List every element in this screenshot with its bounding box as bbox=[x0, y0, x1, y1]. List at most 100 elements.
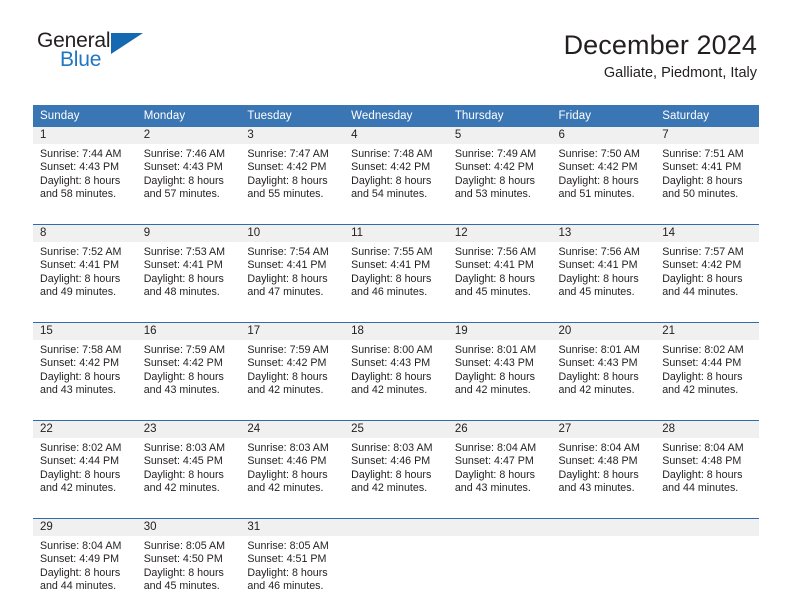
calendar-day-cell[interactable]: 13 Sunrise: 7:56 AM Sunset: 4:41 PM Dayligh… bbox=[551, 224, 656, 313]
calendar-day-cell[interactable]: 3 Sunrise: 7:47 AM Sunset: 4:42 PM Daylight… bbox=[240, 127, 345, 215]
day-cell-inner: 21 Sunrise: 8:02 AM Sunset: 4:44 PM Dayligh… bbox=[655, 323, 759, 411]
day-cell-inner: 25 Sunrise: 8:03 AM Sunset: 4:46 PM Dayligh… bbox=[344, 421, 448, 509]
calendar-day-cell[interactable]: 31 Sunrise: 8:05 AM Sunset: 4:51 PM Dayligh… bbox=[240, 518, 345, 607]
calendar-day-cell-empty bbox=[655, 518, 759, 607]
week-spacer-cell bbox=[33, 215, 137, 225]
calendar-day-cell[interactable]: 17 Sunrise: 7:59 AM Sunset: 4:42 PM Dayligh… bbox=[240, 322, 345, 411]
week-spacer-cell bbox=[33, 411, 137, 421]
week-spacer-cell bbox=[136, 313, 241, 323]
calendar-day-cell[interactable]: 27 Sunrise: 8:04 AM Sunset: 4:48 PM Dayligh… bbox=[551, 420, 656, 509]
calendar-day-cell[interactable]: 1 Sunrise: 7:44 AM Sunset: 4:43 PM Daylight… bbox=[33, 127, 137, 215]
calendar-day-cell[interactable]: 10 Sunrise: 7:54 AM Sunset: 4:41 PM Dayligh… bbox=[240, 224, 345, 313]
calendar-day-cell[interactable]: 23 Sunrise: 8:03 AM Sunset: 4:45 PM Dayligh… bbox=[136, 420, 241, 509]
day-number: 25 bbox=[344, 421, 448, 438]
daylight-duration-line2: and 53 minutes. bbox=[454, 188, 531, 201]
day-cell-inner: 9 Sunrise: 7:53 AM Sunset: 4:41 PM Daylight… bbox=[136, 225, 241, 313]
daylight-duration-line1: Daylight: 8 hours bbox=[143, 174, 224, 187]
calendar-day-cell[interactable]: 7 Sunrise: 7:51 AM Sunset: 4:41 PM Daylight… bbox=[655, 127, 759, 215]
daylight-duration-line2: and 47 minutes. bbox=[247, 286, 324, 299]
sunrise-time: Sunrise: 7:55 AM bbox=[351, 246, 433, 258]
calendar-day-cell[interactable]: 28 Sunrise: 8:04 AM Sunset: 4:48 PM Dayligh… bbox=[655, 420, 759, 509]
sunset-time: Sunset: 4:43 PM bbox=[40, 161, 120, 174]
day-details: Sunrise: 8:05 AM Sunset: 4:50 PM Daylight:… bbox=[137, 536, 241, 594]
day-cell-inner bbox=[447, 519, 552, 607]
calendar-day-cell[interactable]: 12 Sunrise: 7:56 AM Sunset: 4:41 PM Dayligh… bbox=[447, 224, 552, 313]
week-spacer-cell bbox=[655, 313, 759, 323]
sunset-time: Sunset: 4:42 PM bbox=[40, 357, 120, 370]
day-details bbox=[552, 536, 656, 540]
weekday-header-sunday: Sunday bbox=[33, 105, 137, 127]
daylight-duration-line2: and 45 minutes. bbox=[558, 286, 635, 299]
sunrise-time: Sunrise: 7:49 AM bbox=[454, 148, 537, 160]
daylight-duration-line2: and 42 minutes. bbox=[247, 482, 324, 495]
day-number: 12 bbox=[447, 225, 552, 242]
calendar-day-cell[interactable]: 22 Sunrise: 8:02 AM Sunset: 4:44 PM Dayligh… bbox=[33, 420, 137, 509]
day-details: Sunrise: 7:51 AM Sunset: 4:41 PM Daylight:… bbox=[655, 144, 759, 202]
day-number: 14 bbox=[655, 225, 759, 242]
calendar-day-cell[interactable]: 20 Sunrise: 8:01 AM Sunset: 4:43 PM Dayligh… bbox=[551, 322, 656, 411]
sunset-time: Sunset: 4:42 PM bbox=[454, 161, 534, 174]
day-details: Sunrise: 7:54 AM Sunset: 4:41 PM Daylight:… bbox=[240, 242, 344, 300]
daylight-duration-line1: Daylight: 8 hours bbox=[40, 566, 121, 579]
daylight-duration-line1: Daylight: 8 hours bbox=[40, 468, 121, 481]
day-cell-inner: 22 Sunrise: 8:02 AM Sunset: 4:44 PM Dayligh… bbox=[33, 421, 137, 509]
day-cell-inner bbox=[551, 519, 656, 607]
sunset-time: Sunset: 4:44 PM bbox=[40, 455, 120, 468]
sunrise-time: Sunrise: 8:04 AM bbox=[662, 442, 744, 454]
calendar-day-cell[interactable]: 14 Sunrise: 7:57 AM Sunset: 4:42 PM Dayligh… bbox=[655, 224, 759, 313]
calendar-day-cell[interactable]: 25 Sunrise: 8:03 AM Sunset: 4:46 PM Dayligh… bbox=[344, 420, 448, 509]
sunrise-time: Sunrise: 8:01 AM bbox=[558, 344, 640, 356]
calendar-day-cell[interactable]: 15 Sunrise: 7:58 AM Sunset: 4:42 PM Dayligh… bbox=[33, 322, 137, 411]
day-cell-inner: 30 Sunrise: 8:05 AM Sunset: 4:50 PM Dayligh… bbox=[136, 519, 241, 607]
sunrise-time: Sunrise: 8:02 AM bbox=[40, 442, 122, 454]
calendar-day-cell[interactable]: 5 Sunrise: 7:49 AM Sunset: 4:42 PM Daylight… bbox=[447, 127, 552, 215]
sunset-time: Sunset: 4:47 PM bbox=[454, 455, 534, 468]
week-spacer bbox=[33, 411, 759, 421]
calendar-day-cell[interactable]: 16 Sunrise: 7:59 AM Sunset: 4:42 PM Dayligh… bbox=[136, 322, 241, 411]
day-details: Sunrise: 7:49 AM Sunset: 4:42 PM Daylight:… bbox=[448, 144, 552, 202]
calendar-day-cell[interactable]: 21 Sunrise: 8:02 AM Sunset: 4:44 PM Dayligh… bbox=[655, 322, 759, 411]
calendar-day-cell[interactable]: 8 Sunrise: 7:52 AM Sunset: 4:41 PM Daylight… bbox=[33, 224, 137, 313]
week-spacer-cell bbox=[136, 215, 241, 225]
weekday-header-tuesday: Tuesday bbox=[240, 105, 345, 127]
sunrise-time: Sunrise: 7:58 AM bbox=[40, 344, 122, 356]
day-cell-inner: 7 Sunrise: 7:51 AM Sunset: 4:41 PM Daylight… bbox=[655, 127, 759, 215]
calendar-day-cell[interactable]: 24 Sunrise: 8:03 AM Sunset: 4:46 PM Dayligh… bbox=[240, 420, 345, 509]
calendar-day-cell[interactable]: 2 Sunrise: 7:46 AM Sunset: 4:43 PM Daylight… bbox=[136, 127, 241, 215]
daylight-duration-line2: and 43 minutes. bbox=[40, 384, 117, 397]
daylight-duration-line1: Daylight: 8 hours bbox=[143, 566, 224, 579]
day-cell-inner: 31 Sunrise: 8:05 AM Sunset: 4:51 PM Dayligh… bbox=[240, 519, 345, 607]
week-spacer-cell bbox=[447, 411, 552, 421]
day-details: Sunrise: 8:04 AM Sunset: 4:49 PM Daylight:… bbox=[33, 536, 137, 594]
calendar-day-cell-empty bbox=[447, 518, 552, 607]
daylight-duration-line2: and 45 minutes. bbox=[143, 580, 220, 593]
day-number: 20 bbox=[551, 323, 656, 340]
sunset-time: Sunset: 4:42 PM bbox=[662, 259, 742, 272]
calendar-day-cell[interactable]: 18 Sunrise: 8:00 AM Sunset: 4:43 PM Dayligh… bbox=[344, 322, 448, 411]
day-details: Sunrise: 8:00 AM Sunset: 4:43 PM Daylight:… bbox=[344, 340, 448, 398]
week-spacer bbox=[33, 215, 759, 225]
sunrise-time: Sunrise: 8:03 AM bbox=[247, 442, 329, 454]
daylight-duration-line2: and 43 minutes. bbox=[143, 384, 220, 397]
calendar-day-cell[interactable]: 6 Sunrise: 7:50 AM Sunset: 4:42 PM Daylight… bbox=[551, 127, 656, 215]
calendar-day-cell[interactable]: 26 Sunrise: 8:04 AM Sunset: 4:47 PM Dayligh… bbox=[447, 420, 552, 509]
calendar-day-cell[interactable]: 4 Sunrise: 7:48 AM Sunset: 4:42 PM Daylight… bbox=[344, 127, 448, 215]
calendar-day-cell[interactable]: 9 Sunrise: 7:53 AM Sunset: 4:41 PM Daylight… bbox=[136, 224, 241, 313]
calendar-week-row: 1 Sunrise: 7:44 AM Sunset: 4:43 PM Daylight… bbox=[33, 127, 759, 215]
day-number bbox=[655, 519, 759, 536]
sunset-time: Sunset: 4:49 PM bbox=[40, 553, 120, 566]
general-blue-logo[interactable]: General Blue bbox=[35, 30, 145, 76]
day-number: 19 bbox=[447, 323, 552, 340]
day-cell-inner: 2 Sunrise: 7:46 AM Sunset: 4:43 PM Daylight… bbox=[136, 127, 241, 215]
day-number: 26 bbox=[447, 421, 552, 438]
sunset-time: Sunset: 4:48 PM bbox=[662, 455, 742, 468]
calendar-day-cell[interactable]: 29 Sunrise: 8:04 AM Sunset: 4:49 PM Dayligh… bbox=[33, 518, 137, 607]
daylight-duration-line1: Daylight: 8 hours bbox=[247, 468, 328, 481]
day-details bbox=[448, 536, 552, 540]
calendar-day-cell[interactable]: 11 Sunrise: 7:55 AM Sunset: 4:41 PM Dayligh… bbox=[344, 224, 448, 313]
calendar-day-cell[interactable]: 30 Sunrise: 8:05 AM Sunset: 4:50 PM Dayligh… bbox=[136, 518, 241, 607]
calendar-day-cell[interactable]: 19 Sunrise: 8:01 AM Sunset: 4:43 PM Dayligh… bbox=[447, 322, 552, 411]
day-cell-inner: 27 Sunrise: 8:04 AM Sunset: 4:48 PM Dayligh… bbox=[551, 421, 656, 509]
day-cell-inner: 23 Sunrise: 8:03 AM Sunset: 4:45 PM Dayligh… bbox=[136, 421, 241, 509]
week-spacer-cell bbox=[136, 509, 241, 519]
